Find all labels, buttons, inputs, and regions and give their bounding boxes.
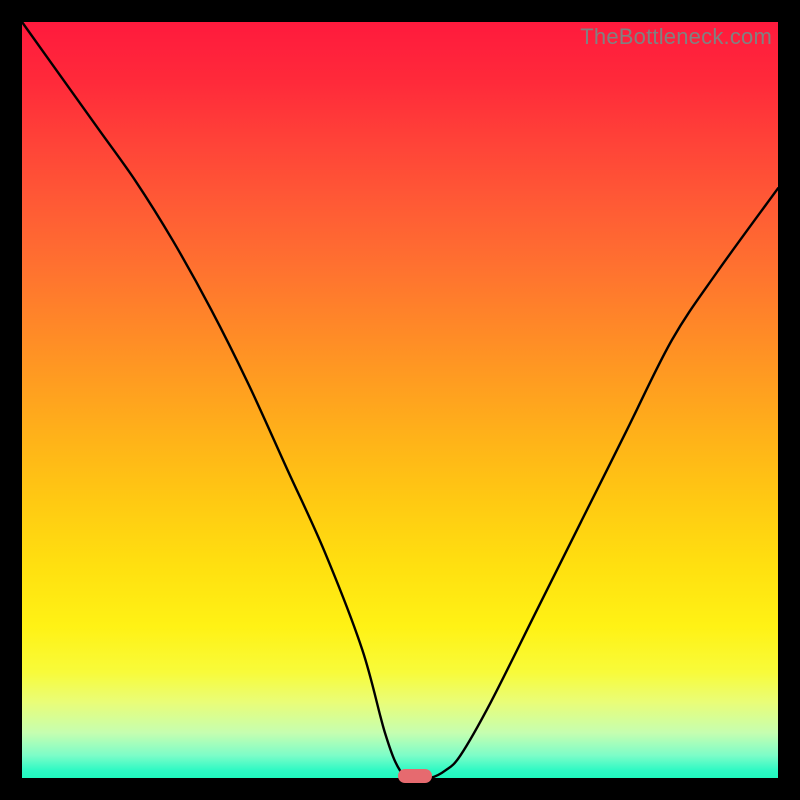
plot-area: TheBottleneck.com [22,22,778,778]
chart-frame: TheBottleneck.com [0,0,800,800]
optimal-marker [398,769,432,783]
bottleneck-curve [22,22,778,778]
